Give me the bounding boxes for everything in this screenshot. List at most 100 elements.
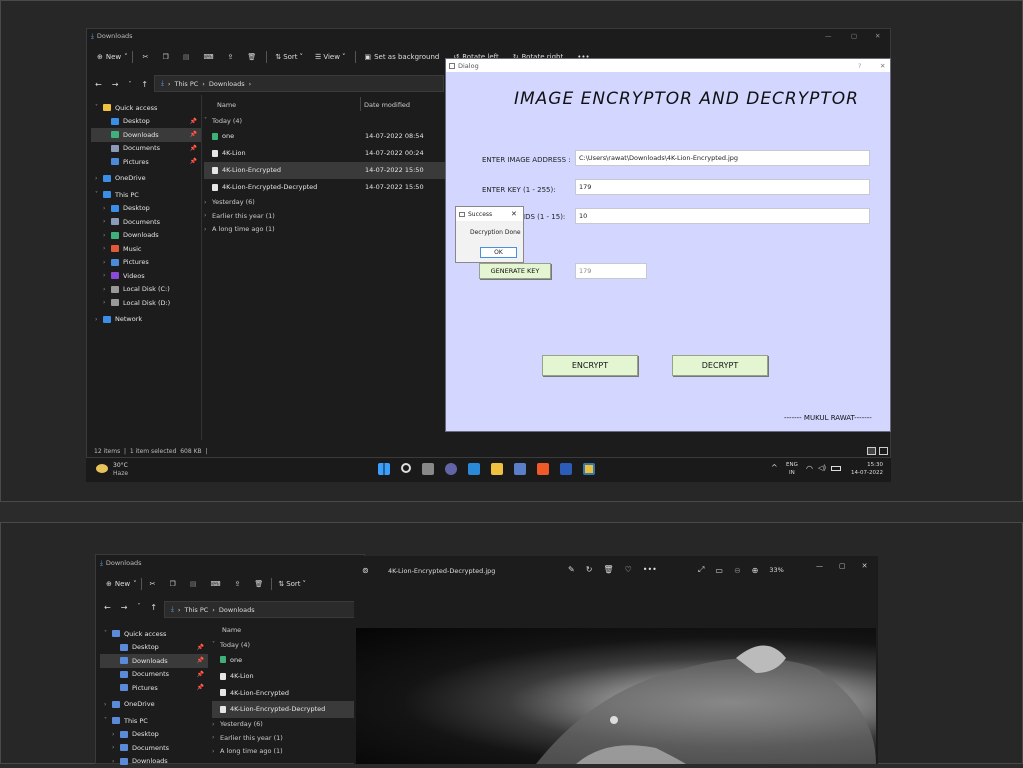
zoom-level[interactable]: 33%	[769, 566, 783, 574]
up-icon[interactable]: ↑	[141, 80, 148, 89]
close-icon[interactable]: ✕	[875, 32, 880, 40]
volume-icon[interactable]: ◁)	[818, 464, 826, 472]
group-header[interactable]: ›A long time ago (1)	[204, 223, 449, 237]
recent-icon[interactable]: ˅	[128, 81, 131, 88]
chevron-right-icon[interactable]: ›	[103, 259, 111, 266]
back-icon[interactable]: ←	[104, 603, 111, 612]
decrypt-button[interactable]: DECRYPT	[672, 355, 768, 376]
chevron-right-icon[interactable]: ›	[103, 218, 111, 225]
pin-icon[interactable]: 📌	[197, 684, 204, 691]
file-row[interactable]: one	[212, 652, 366, 669]
sidebar-item[interactable]: Downloads📌	[91, 128, 201, 142]
sidebar-item[interactable]: ›Downloads	[100, 755, 208, 768]
chevron-down-icon[interactable]: ˅	[95, 104, 103, 111]
zoom-out-icon[interactable]: ⊖	[734, 566, 741, 575]
breadcrumb-this-pc[interactable]: This PC	[184, 606, 208, 614]
column-header-name[interactable]: Name	[217, 101, 236, 109]
sidebar-item[interactable]: ›OneDrive	[91, 172, 201, 186]
back-icon[interactable]: ←	[95, 80, 102, 89]
forward-icon[interactable]: →	[121, 603, 128, 612]
chevron-right-icon[interactable]: ›	[103, 272, 111, 279]
minimize-icon[interactable]: —	[825, 32, 832, 40]
sidebar-item[interactable]: ›Videos	[91, 269, 201, 283]
chevron-down-icon[interactable]: ˅	[95, 191, 103, 198]
sidebar-item[interactable]: ›Pictures	[91, 256, 201, 270]
delete-icon[interactable]: 🗑	[247, 53, 256, 61]
sort-button[interactable]: ⇅Sort˅	[278, 580, 306, 588]
chevron-right-icon[interactable]: ›	[103, 286, 111, 293]
clock[interactable]: 15:3014-07-2022	[848, 461, 883, 477]
group-header[interactable]: ›Yesterday (6)	[204, 196, 449, 210]
store-icon[interactable]	[514, 463, 526, 475]
group-header[interactable]: ›Earlier this year (1)	[204, 209, 449, 223]
encrypt-button[interactable]: ENCRYPT	[542, 355, 638, 376]
rename-icon[interactable]: ⌨	[203, 53, 213, 61]
chevron-down-icon[interactable]: ˅	[104, 630, 112, 637]
search-icon[interactable]	[401, 463, 411, 473]
delete-icon[interactable]: 🗑	[254, 580, 263, 588]
pin-icon[interactable]: 📌	[190, 158, 197, 165]
folder-icon[interactable]	[491, 463, 503, 475]
rename-icon[interactable]: ⌨	[210, 580, 220, 588]
sidebar-item[interactable]: Desktop📌	[91, 115, 201, 129]
start-icon[interactable]	[378, 463, 390, 475]
group-header[interactable]: ˅Today (4)	[212, 638, 366, 652]
address-bar[interactable]: ⤓› This PC› Downloads›	[154, 75, 444, 92]
fullscreen-icon[interactable]: ⤢	[698, 565, 704, 575]
cut-icon[interactable]: ✂	[143, 53, 149, 61]
weather-temp[interactable]: 30°C	[113, 462, 128, 469]
sidebar-item[interactable]: ›Desktop	[100, 728, 208, 742]
recent-icon[interactable]: ˅	[137, 603, 140, 612]
pin-icon[interactable]: 📌	[197, 657, 204, 664]
brave-icon[interactable]	[537, 463, 549, 475]
chevron-right-icon[interactable]: ›	[112, 744, 120, 751]
chevron-right-icon[interactable]: ›	[103, 245, 111, 252]
new-button[interactable]: ⊕New˅	[106, 580, 137, 588]
share-icon[interactable]: ⇪	[228, 53, 234, 61]
language-indicator[interactable]: ENGIN	[786, 461, 798, 477]
new-button[interactable]: ⊕New˅	[97, 53, 128, 61]
paste-icon[interactable]: ▤	[183, 53, 190, 61]
set-background-button[interactable]: ▣Set as background	[364, 53, 439, 61]
maximize-icon[interactable]: ▢	[839, 562, 846, 570]
breadcrumb-this-pc[interactable]: This PC	[174, 80, 198, 88]
close-icon[interactable]: ✕	[880, 62, 885, 70]
word-icon[interactable]	[560, 463, 572, 475]
ok-button[interactable]: OK	[480, 247, 517, 258]
tray-chevron-icon[interactable]: ^	[771, 463, 778, 472]
tiles-view-icon[interactable]	[879, 447, 888, 455]
group-header[interactable]: ˅Today (4)	[204, 114, 449, 128]
pin-icon[interactable]: 📌	[190, 131, 197, 138]
breadcrumb-downloads[interactable]: Downloads	[209, 80, 245, 88]
key-input[interactable]: 179	[575, 179, 870, 195]
sidebar-item[interactable]: ˅This PC	[91, 188, 201, 202]
address-bar[interactable]: ⤓› This PC› Downloads	[164, 601, 364, 618]
sidebar-item[interactable]: Desktop📌	[100, 641, 208, 655]
delete-icon[interactable]: 🗑	[603, 565, 613, 574]
rotate-icon[interactable]: ↻	[586, 565, 593, 574]
details-view-icon[interactable]	[867, 447, 876, 455]
group-header[interactable]: ›A long time ago (1)	[212, 745, 366, 759]
file-row[interactable]: 4K-Lion-Encrypted-Decrypted14-07-2022 15…	[204, 179, 449, 196]
sidebar-item[interactable]: ›Music	[91, 242, 201, 256]
file-row[interactable]: 4K-Lion-Encrypted	[212, 685, 366, 702]
sidebar-item[interactable]: ›Documents	[91, 215, 201, 229]
group-header[interactable]: ›Yesterday (6)	[212, 718, 366, 732]
more-options-icon[interactable]: •••	[643, 565, 657, 574]
sidebar-item[interactable]: ˅Quick access	[91, 101, 201, 115]
wifi-icon[interactable]: ◠	[806, 464, 813, 473]
sort-button[interactable]: ⇅Sort˅	[275, 53, 303, 61]
close-icon[interactable]: ✕	[511, 210, 517, 218]
chat-icon[interactable]	[445, 463, 457, 475]
favorite-icon[interactable]: ♡	[625, 565, 632, 574]
edit-icon[interactable]: ✎	[568, 565, 575, 574]
column-header-name[interactable]: Name	[222, 626, 241, 634]
sidebar-item[interactable]: ›Desktop	[91, 202, 201, 216]
cut-icon[interactable]: ✂	[150, 580, 156, 588]
sidebar-item[interactable]: ›Local Disk (C:)	[91, 283, 201, 297]
chevron-right-icon[interactable]: ›	[103, 299, 111, 306]
copy-icon[interactable]: ❐	[170, 580, 176, 588]
group-header[interactable]: ›Earlier this year (1)	[212, 731, 366, 745]
sidebar-item[interactable]: Pictures📌	[91, 155, 201, 169]
sidebar-item[interactable]: ›Downloads	[91, 229, 201, 243]
